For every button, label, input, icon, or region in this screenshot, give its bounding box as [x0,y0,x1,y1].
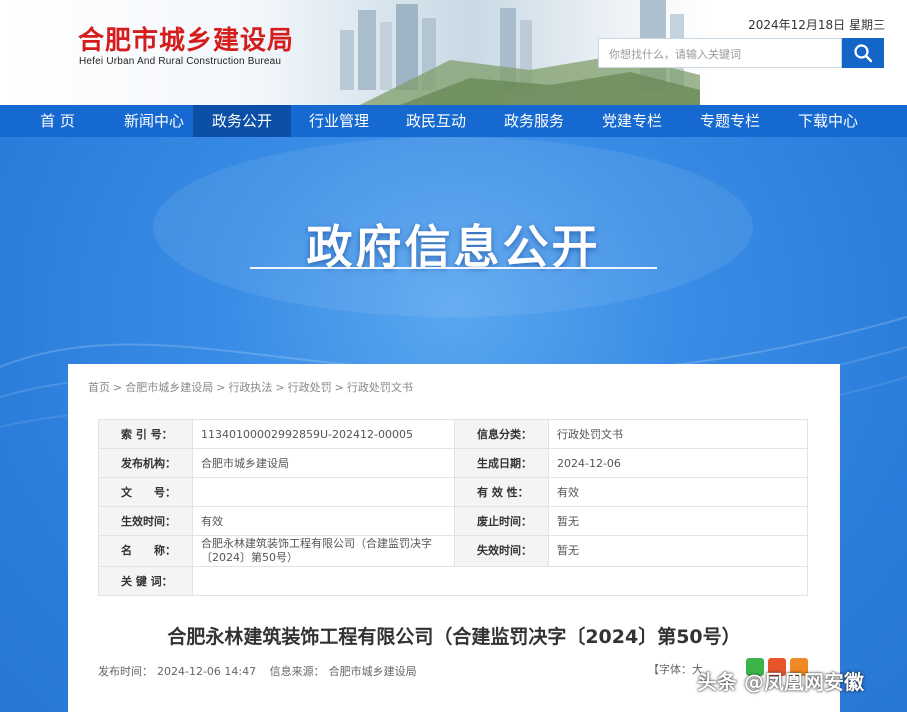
table-row: 发布机构： 合肥市城乡建设局 生成日期： 2024-12-06 [98,448,808,478]
nav-item-topics[interactable]: 专题专栏 [681,105,779,137]
search-icon [854,44,873,63]
meta-key: 有 效 性： [454,477,549,507]
main-nav: 首 页 新闻中心 政务公开 行业管理 政民互动 政务服务 党建专栏 专题专栏 下… [0,105,907,137]
document-metadata-table: 索 引 号： 11340100002992859U-202412-00005 信… [98,419,808,596]
meta-key: 生成日期： [454,448,549,478]
table-row: 名 称： 合肥永林建筑装饰工程有限公司（合建监罚决字〔2024〕第50号） 失效… [98,535,808,567]
breadcrumb-bureau[interactable]: 合肥市城乡建设局 [125,381,213,394]
source-value: 合肥市城乡建设局 [328,665,417,678]
breadcrumb-penalty[interactable]: 行政处罚 [288,381,332,394]
font-label: 【字体： [648,663,692,676]
meta-value: 行政处罚文书 [548,419,808,449]
meta-value [192,477,455,507]
nav-item-interaction[interactable]: 政民互动 [387,105,485,137]
search-button[interactable] [842,38,884,68]
nav-item-services[interactable]: 政务服务 [485,105,583,137]
meta-value: 合肥市城乡建设局 [192,448,455,478]
meta-value: 有效 [548,477,808,507]
breadcrumb: 首页 > 合肥市城乡建设局 > 行政执法 > 行政处罚 > 行政处罚文书 [88,379,413,395]
font-size-control: 【字体：大 [648,661,703,677]
watermark-text: 头条 @凤凰网安徽 [697,670,864,694]
meta-value: 暂无 [548,506,808,536]
meta-value: 暂无 [548,535,808,567]
nav-item-gov-affairs[interactable]: 政务公开 [193,105,291,137]
publish-time: 2024-12-06 14:47 [157,665,257,678]
breadcrumb-separator: > [334,381,344,394]
breadcrumb-home[interactable]: 首页 [88,381,110,394]
meta-key: 关 键 词： [98,566,193,596]
table-row: 关 键 词： [98,566,808,596]
meta-value: 合肥永林建筑装饰工程有限公司（合建监罚决字〔2024〕第50号） [192,535,455,567]
nav-item-downloads[interactable]: 下载中心 [779,105,877,137]
meta-value: 11340100002992859U-202412-00005 [192,419,455,449]
publish-label: 发布时间： [98,665,153,678]
breadcrumb-separator: > [216,381,226,394]
site-logo-subtitle: Hefei Urban And Rural Construction Burea… [79,56,282,67]
table-row: 生效时间： 有效 废止时间： 暂无 [98,506,808,536]
breadcrumb-penalty-docs[interactable]: 行政处罚文书 [347,381,413,394]
breadcrumb-enforcement[interactable]: 行政执法 [228,381,272,394]
meta-key: 失效时间： [454,535,549,567]
meta-key: 文 号： [98,477,193,507]
meta-key: 索 引 号： [98,419,193,449]
breadcrumb-separator: > [113,381,123,394]
site-logo-title[interactable]: 合肥市城乡建设局 [78,20,294,57]
breadcrumb-separator: > [275,381,285,394]
nav-item-party[interactable]: 党建专栏 [583,105,681,137]
source-label: 信息来源： [269,665,325,678]
current-date: 2024年12月18日 星期三 [748,18,885,32]
site-header: 合肥市城乡建设局 Hefei Urban And Rural Construct… [0,0,907,105]
search-input[interactable]: 你想找什么，请输入关键词 [598,38,842,68]
meta-key: 生效时间： [98,506,193,536]
meta-value: 2024-12-06 [548,448,808,478]
table-row: 文 号： 有 效 性： 有效 [98,477,808,507]
nav-item-home[interactable]: 首 页 [0,105,115,137]
meta-key: 废止时间： [454,506,549,536]
meta-value: 有效 [192,506,455,536]
meta-key: 信息分类： [454,419,549,449]
banner-underline [250,267,657,269]
content-card: 首页 > 合肥市城乡建设局 > 行政执法 > 行政处罚 > 行政处罚文书 索 引 号： 1134… [68,364,840,712]
article-title: 合肥永林建筑装饰工程有限公司（合建监罚决字〔2024〕第50号） [167,626,741,648]
table-row: 索 引 号： 11340100002992859U-202412-00005 信… [98,419,808,449]
nav-item-industry[interactable]: 行业管理 [291,105,387,137]
article-meta: 发布时间： 2024-12-06 14:47 信息来源： 合肥市城乡建设局 [98,663,427,679]
meta-key: 发布机构： [98,448,193,478]
meta-value [192,566,808,596]
nav-item-news[interactable]: 新闻中心 [115,105,193,137]
meta-key: 名 称： [98,535,193,567]
